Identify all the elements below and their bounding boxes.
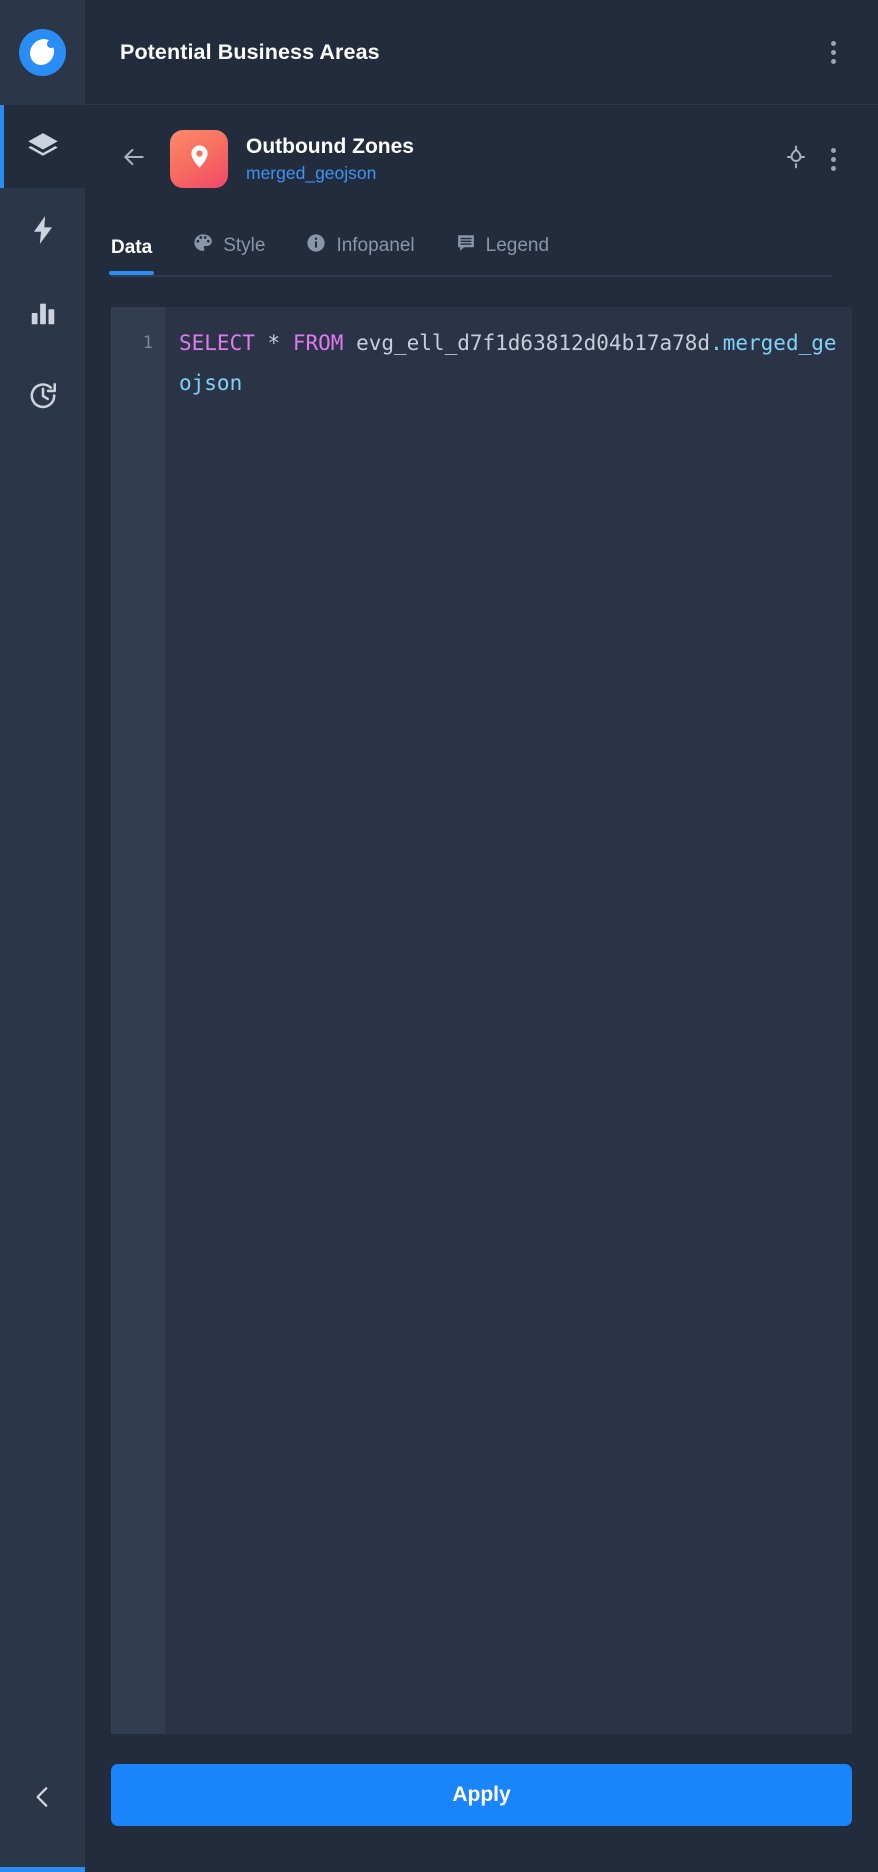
sidebar-item-layers[interactable] (0, 105, 85, 188)
arrow-left-icon (120, 144, 148, 175)
tab-data[interactable]: Data (108, 237, 155, 275)
sql-editor[interactable]: 1 SELECT * FROM evg_ell_d7f1d63812d04b17… (111, 307, 852, 1734)
tab-infopanel-label: Infopanel (336, 234, 415, 256)
layer-source-name[interactable]: merged_geojson (246, 162, 776, 186)
layers-icon (26, 130, 60, 164)
sql-space-3 (343, 331, 356, 355)
rail-bottom-accent (0, 1867, 85, 1872)
layer-text-block: Outbound Zones merged_geojson (246, 133, 776, 186)
main-panel: Potential Business Areas Outbound Zones … (85, 0, 878, 1872)
layer-title: Outbound Zones (246, 134, 414, 158)
sidebar-item-lightning[interactable] (0, 188, 85, 271)
sql-dot: . (710, 331, 723, 355)
sql-schema: evg_ell_d7f1d63812d04b17a78d (356, 331, 711, 355)
line-number: 1 (142, 333, 153, 353)
panel-header: Potential Business Areas (85, 0, 878, 105)
layer-type-icon (170, 130, 228, 188)
palette-icon (192, 232, 214, 259)
lightning-icon (27, 214, 59, 246)
back-button[interactable] (111, 136, 157, 182)
header-kebab-menu-icon[interactable] (816, 35, 850, 69)
sql-space-2 (280, 331, 293, 355)
crosshair-target-icon (783, 144, 809, 175)
collapse-panel-button[interactable] (0, 1774, 85, 1824)
tab-legend[interactable]: Legend (455, 232, 549, 275)
chevron-left-icon (30, 1782, 56, 1817)
cloud-blob-logo-icon[interactable] (19, 29, 66, 76)
app-logo[interactable] (0, 0, 85, 105)
sql-keyword-from: FROM (292, 331, 344, 355)
left-nav-rail (0, 0, 85, 1872)
tab-style-label: Style (223, 234, 266, 256)
tab-list: Data Style Infopanel Legend (85, 213, 858, 275)
tab-legend-label: Legend (485, 234, 550, 256)
zoom-to-layer-button[interactable] (776, 139, 816, 179)
sql-keyword-select: SELECT (179, 331, 255, 355)
app-root: Potential Business Areas Outbound Zones … (0, 0, 878, 1872)
info-circle-icon (305, 232, 327, 259)
panel-footer: Apply (85, 1734, 878, 1872)
page-title: Potential Business Areas (120, 39, 380, 64)
sql-star (255, 331, 268, 355)
bar-chart-icon (28, 298, 58, 328)
sql-star-glyph: * (267, 331, 281, 355)
editor-gutter: 1 (111, 307, 165, 1734)
logo-dot-shape (47, 40, 55, 48)
sidebar-item-history[interactable] (0, 354, 85, 437)
sidebar-item-analytics[interactable] (0, 271, 85, 354)
tab-divider (111, 275, 832, 277)
tab-infopanel[interactable]: Infopanel (305, 232, 415, 275)
apply-button[interactable]: Apply (111, 1764, 852, 1826)
tab-data-label: Data (111, 237, 153, 258)
tab-style[interactable]: Style (192, 232, 265, 275)
sql-editor-area: 1 SELECT * FROM evg_ell_d7f1d63812d04b17… (85, 277, 878, 1734)
sql-query-text[interactable]: SELECT * FROM evg_ell_d7f1d63812d04b17a7… (165, 307, 852, 1734)
history-clock-icon (27, 380, 59, 412)
layer-kebab-menu-icon[interactable] (816, 142, 850, 176)
layer-header: Outbound Zones merged_geojson (85, 105, 878, 213)
tab-bar: Data Style Infopanel Legend (85, 213, 878, 277)
legend-list-icon (455, 232, 477, 259)
map-pin-icon (186, 143, 213, 175)
